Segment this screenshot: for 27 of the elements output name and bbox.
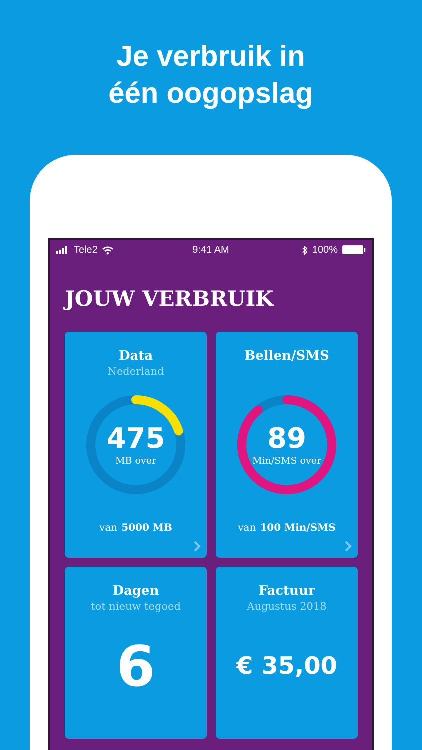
usage-card[interactable]: Bellen/SMS 89 Min/SMS over van 100 Min/SMS: [216, 332, 358, 558]
footer-prefix: van: [238, 523, 256, 534]
card-subtitle: Augustus 2018: [247, 600, 327, 614]
usage-card[interactable]: Data Nederland 475 MB over van 5000 MB: [65, 332, 207, 558]
remaining-value: 89: [268, 422, 306, 454]
usage-card[interactable]: Factuur Augustus 2018 € 35,00: [216, 567, 358, 739]
amount-value: € 35,00: [236, 652, 338, 680]
screen-title: JOUW VERBRUIK: [65, 285, 276, 313]
footer-amount: 100 Min/SMS: [260, 523, 336, 534]
carrier-name: Tele2: [74, 244, 98, 256]
usage-card[interactable]: Dagen tot nieuw tegoed 6: [65, 567, 207, 739]
card-subtitle: Nederland: [108, 365, 164, 379]
card-title: Data: [118, 348, 154, 365]
headline: Je verbruik in: [116, 40, 306, 75]
card-subtitle: tot nieuw tegoed: [91, 600, 181, 614]
big-value: 6: [116, 636, 156, 700]
footer-prefix: van: [100, 523, 118, 534]
card-title: Bellen/SMS: [244, 348, 330, 365]
card-title: Factuur: [258, 583, 316, 600]
status-time: 9:41 AM: [192, 244, 230, 256]
footer-amount: 5000 MB: [122, 523, 172, 534]
remaining-value: 475: [106, 422, 166, 454]
remaining-unit: MB over: [116, 454, 156, 468]
headline: één oogopslag: [108, 77, 314, 112]
remaining-unit: Min/SMS over: [252, 454, 322, 468]
card-title: Dagen: [112, 583, 160, 600]
battery-percent: 100%: [312, 244, 338, 256]
